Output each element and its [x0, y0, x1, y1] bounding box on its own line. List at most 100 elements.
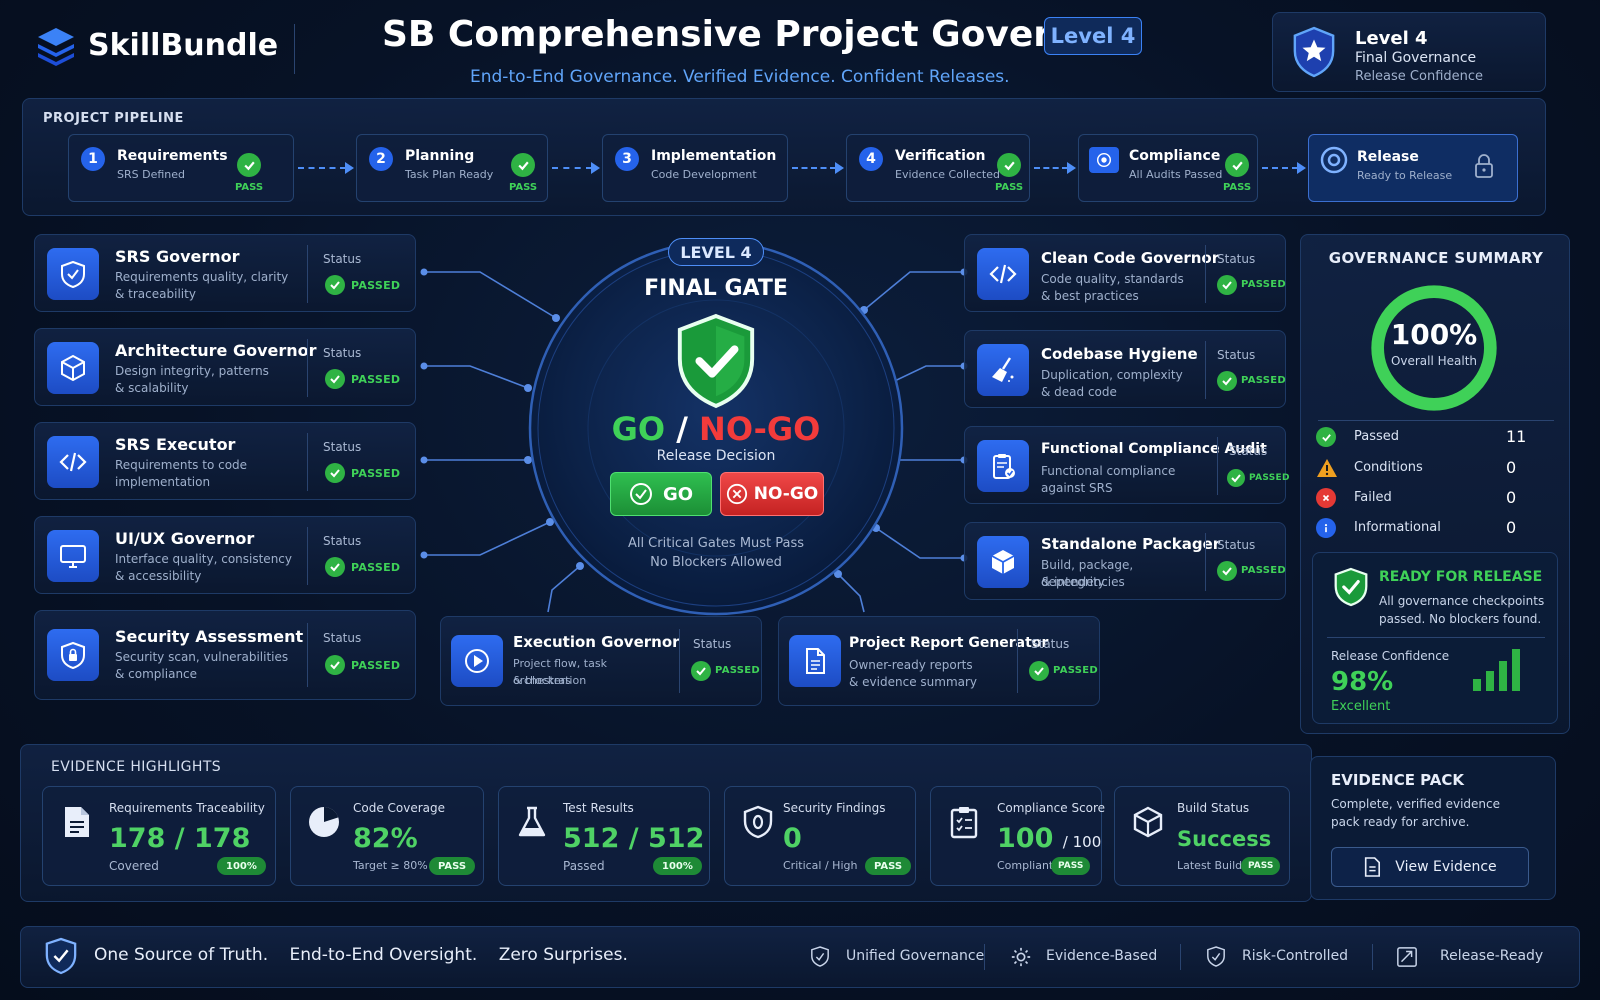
status-label: Status	[323, 252, 362, 266]
governor-card-functional-compliance[interactable]: Functional Compliance Audit Functional c…	[964, 426, 1289, 504]
evidence-value: 82%	[353, 823, 418, 854]
governor-card-uiux[interactable]: UI/UX Governor Interface quality, consis…	[34, 516, 416, 594]
governor-desc-1: Owner-ready reports	[849, 658, 973, 672]
governor-desc-1: Requirements to code	[115, 458, 248, 472]
governor-title: Standalone Packager	[1041, 535, 1221, 553]
evidence-value: 0	[783, 823, 802, 854]
evidence-card-security[interactable]: Security Findings 0 Critical / High PASS	[724, 786, 916, 886]
badge-line3: Release Confidence	[1355, 69, 1484, 84]
status-label: Status	[1031, 637, 1070, 651]
governor-card-srs-executor[interactable]: SRS Executor Requirements to code implem…	[34, 422, 416, 500]
pie-chart-icon	[309, 807, 339, 837]
page-subtitle: End-to-End Governance. Verified Evidence…	[470, 67, 1010, 87]
summary-label: Conditions	[1354, 460, 1423, 475]
shield-check-icon	[1207, 946, 1225, 967]
governor-desc-2: & scalability	[115, 381, 189, 395]
pipeline-step-implementation[interactable]: 3 Implementation Code Development	[602, 134, 788, 202]
check-icon	[325, 369, 345, 389]
go-button-label: GO	[662, 483, 694, 505]
divider	[679, 629, 680, 693]
view-evidence-button[interactable]: View Evidence	[1331, 847, 1529, 887]
level-badge: Level 4	[1044, 17, 1142, 55]
governor-card-clean-code[interactable]: Clean Code Governor Code quality, standa…	[964, 234, 1286, 312]
header-divider	[294, 24, 295, 74]
go-button[interactable]: GO	[610, 472, 712, 516]
check-icon	[511, 153, 535, 177]
gate-note-1: All Critical Gates Must Pass	[627, 536, 805, 551]
evidence-card-build[interactable]: Build Status Success Latest Build PASS	[1114, 786, 1290, 886]
governor-card-execution[interactable]: Execution Governor Project flow, task or…	[440, 616, 762, 706]
evidence-card-tests[interactable]: Test Results 512 / 512 Passed 100%	[498, 786, 710, 886]
check-icon	[325, 557, 345, 577]
governor-desc-2: & best practices	[1041, 289, 1139, 303]
step-title: Verification	[895, 148, 986, 164]
check-icon	[1217, 275, 1237, 295]
status-label: Status	[323, 346, 362, 360]
layers-icon	[38, 28, 74, 66]
pipeline-step-planning[interactable]: 2 Planning Task Plan Ready PASS	[356, 134, 548, 202]
compliance-score: 100	[997, 823, 1054, 854]
governor-card-report-generator[interactable]: Project Report Generator Owner-ready rep…	[778, 616, 1100, 706]
governor-card-codebase-hygiene[interactable]: Codebase Hygiene Duplication, complexity…	[964, 330, 1286, 408]
evidence-sub: Critical / High	[783, 859, 858, 872]
governor-card-srs[interactable]: SRS Governor Requirements quality, clari…	[34, 234, 416, 312]
evidence-card-traceability[interactable]: Requirements Traceability 178 / 178 Cove…	[42, 786, 276, 886]
evidence-badge: PASS	[1241, 857, 1281, 875]
evidence-value: Success	[1177, 827, 1272, 851]
governor-desc-2: implementation	[115, 475, 211, 489]
pipeline-arrow	[552, 162, 600, 174]
governor-card-security[interactable]: Security Assessment Security scan, vulne…	[34, 610, 416, 700]
gate-level-badge: LEVEL 4	[668, 238, 764, 266]
shield-check-icon	[811, 946, 829, 967]
badge-line2: Final Governance	[1355, 50, 1477, 66]
check-icon	[325, 463, 345, 483]
governor-title: SRS Executor	[115, 435, 236, 454]
step-status: PASS	[1223, 182, 1252, 193]
pack-desc-2: pack ready for archive.	[1331, 815, 1470, 829]
footer-item-unified: Unified Governance	[846, 948, 985, 964]
ready-desc-1: All governance checkpoints	[1379, 594, 1545, 608]
governor-card-architecture[interactable]: Architecture Governor Design integrity, …	[34, 328, 416, 406]
governor-desc-2: & blockers	[513, 674, 571, 687]
step-subtitle: Task Plan Ready	[405, 168, 494, 181]
evidence-card-coverage[interactable]: Code Coverage 82% Target ≥ 80% PASS	[290, 786, 484, 886]
governor-desc-2: & integrity	[1041, 575, 1105, 589]
pipeline-step-release[interactable]: Release Ready to Release	[1308, 134, 1518, 202]
summary-row-passed: Passed 11	[1316, 426, 1526, 448]
evidence-value: 512 / 512	[563, 823, 705, 854]
evidence-card-compliance[interactable]: Compliance Score 100 / 100 Compliant PAS…	[930, 786, 1105, 886]
shield-check-icon	[47, 248, 99, 300]
divider	[1217, 437, 1218, 495]
step-number: 3	[615, 147, 639, 171]
governor-desc-1: Functional compliance	[1041, 464, 1176, 478]
divider	[1205, 533, 1206, 591]
nogo-word: NO-GO	[699, 410, 821, 448]
signal-bars-icon	[1473, 649, 1520, 691]
summary-label: Informational	[1354, 520, 1441, 535]
nogo-button[interactable]: NO-GO	[720, 472, 824, 516]
pipeline-step-verification[interactable]: 4 Verification Evidence Collected PASS	[846, 134, 1030, 202]
evidence-sub: Target ≥ 80%	[353, 859, 428, 872]
pipeline-step-requirements[interactable]: 1 Requirements SRS Defined PASS	[68, 134, 294, 202]
divider	[1017, 629, 1018, 693]
governor-card-standalone-packager[interactable]: Standalone Packager Build, package, depe…	[964, 522, 1286, 600]
status-label: Status	[1217, 348, 1256, 362]
evidence-badge: 100%	[217, 857, 266, 875]
step-number: 2	[369, 147, 393, 171]
check-icon	[1217, 371, 1237, 391]
pipeline-step-compliance[interactable]: Compliance All Audits Passed PASS	[1078, 134, 1258, 202]
summary-count: 0	[1506, 488, 1517, 507]
step-subtitle: SRS Defined	[117, 168, 185, 181]
divider	[1205, 245, 1206, 303]
shield-check-icon	[677, 313, 755, 409]
evidence-title: EVIDENCE HIGHLIGHTS	[51, 759, 222, 775]
box-icon	[1133, 806, 1163, 838]
shield-lock-icon	[47, 629, 99, 681]
clipboard-check-icon	[977, 440, 1029, 492]
brand-name: SkillBundle	[88, 28, 279, 63]
check-icon	[1227, 469, 1245, 487]
status-value: PASSED	[351, 659, 401, 672]
divider	[307, 527, 308, 585]
ready-for-release-card: READY FOR RELEASE All governance checkpo…	[1312, 552, 1558, 724]
step-number: 4	[859, 147, 883, 171]
